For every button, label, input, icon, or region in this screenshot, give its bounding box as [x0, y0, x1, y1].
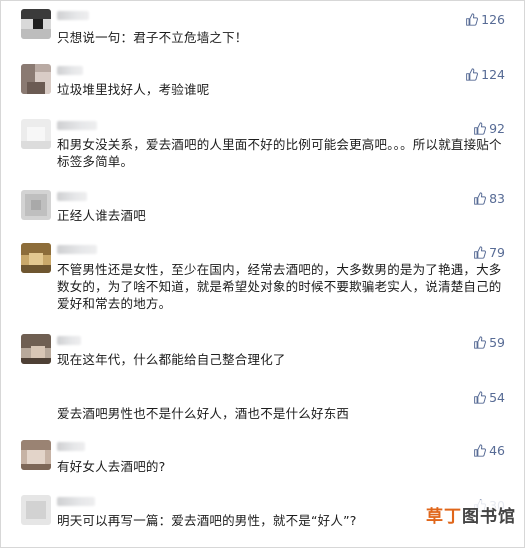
like-count: 124 — [481, 66, 505, 82]
site-watermark: 草丁 图书馆 — [420, 500, 522, 528]
avatar[interactable] — [21, 495, 51, 525]
like-button[interactable]: 59 — [473, 334, 505, 350]
avatar[interactable] — [21, 243, 51, 273]
like-count: 79 — [489, 244, 505, 260]
commenter-name — [57, 442, 85, 451]
commenter-name — [57, 245, 97, 254]
watermark-part1: 草丁 — [426, 506, 462, 527]
like-count: 126 — [481, 11, 505, 27]
like-count: 59 — [489, 334, 505, 350]
commenter-name — [57, 192, 87, 201]
comment-text: 垃圾堆里找好人，考验谁呢 — [57, 82, 210, 97]
avatar[interactable] — [21, 190, 51, 220]
like-count: 54 — [489, 389, 505, 405]
thumbs-up-icon — [474, 121, 487, 135]
commenter-name — [57, 497, 95, 506]
watermark-part2: 图书馆 — [462, 506, 516, 527]
like-count: 83 — [489, 190, 505, 206]
thumbs-up-icon — [474, 390, 487, 404]
thumbs-up-icon — [466, 12, 479, 26]
like-count: 46 — [489, 442, 505, 458]
like-button[interactable]: 92 — [473, 120, 505, 136]
comment-text: 有好女人去酒吧的? — [57, 459, 166, 474]
avatar[interactable] — [21, 440, 51, 470]
commenter-name — [57, 121, 97, 130]
comment-text: 只想说一句：君子不立危墙之下！ — [57, 30, 248, 45]
comment-text: 爱去酒吧男性也不是什么好人，酒也不是什么好东西 — [57, 406, 350, 421]
avatar[interactable] — [21, 9, 51, 39]
thumbs-up-icon — [474, 335, 487, 349]
like-button[interactable]: 46 — [473, 442, 505, 458]
like-button[interactable]: 126 — [465, 11, 505, 27]
commenter-name — [57, 66, 83, 75]
comment-text: 和男女没关系，爱去酒吧的人里面不好的比例可能会更高吧。。。所以就直接贴个标签多简… — [57, 137, 502, 169]
comment-text: 正经人谁去酒吧 — [57, 208, 146, 223]
thumbs-up-icon — [474, 245, 487, 259]
like-count: 92 — [489, 120, 505, 136]
comment-text: 不管男性还是女性，至少在国内，经常去酒吧的，大多数男的是为了艳遇，大多数女的，为… — [57, 262, 502, 311]
like-button[interactable]: 124 — [465, 66, 505, 82]
like-button[interactable]: 79 — [473, 244, 505, 260]
thumbs-up-icon — [474, 443, 487, 457]
avatar[interactable] — [21, 334, 51, 364]
comment-text: 现在这年代，什么都能给自己整合理化了 — [57, 352, 286, 367]
thumbs-up-icon — [474, 191, 487, 205]
like-button[interactable]: 83 — [473, 190, 505, 206]
avatar[interactable] — [21, 64, 51, 94]
like-button[interactable]: 54 — [473, 389, 505, 405]
commenter-name — [57, 11, 89, 20]
avatar[interactable] — [21, 119, 51, 149]
thumbs-up-icon — [466, 67, 479, 81]
commenter-name — [57, 336, 81, 345]
